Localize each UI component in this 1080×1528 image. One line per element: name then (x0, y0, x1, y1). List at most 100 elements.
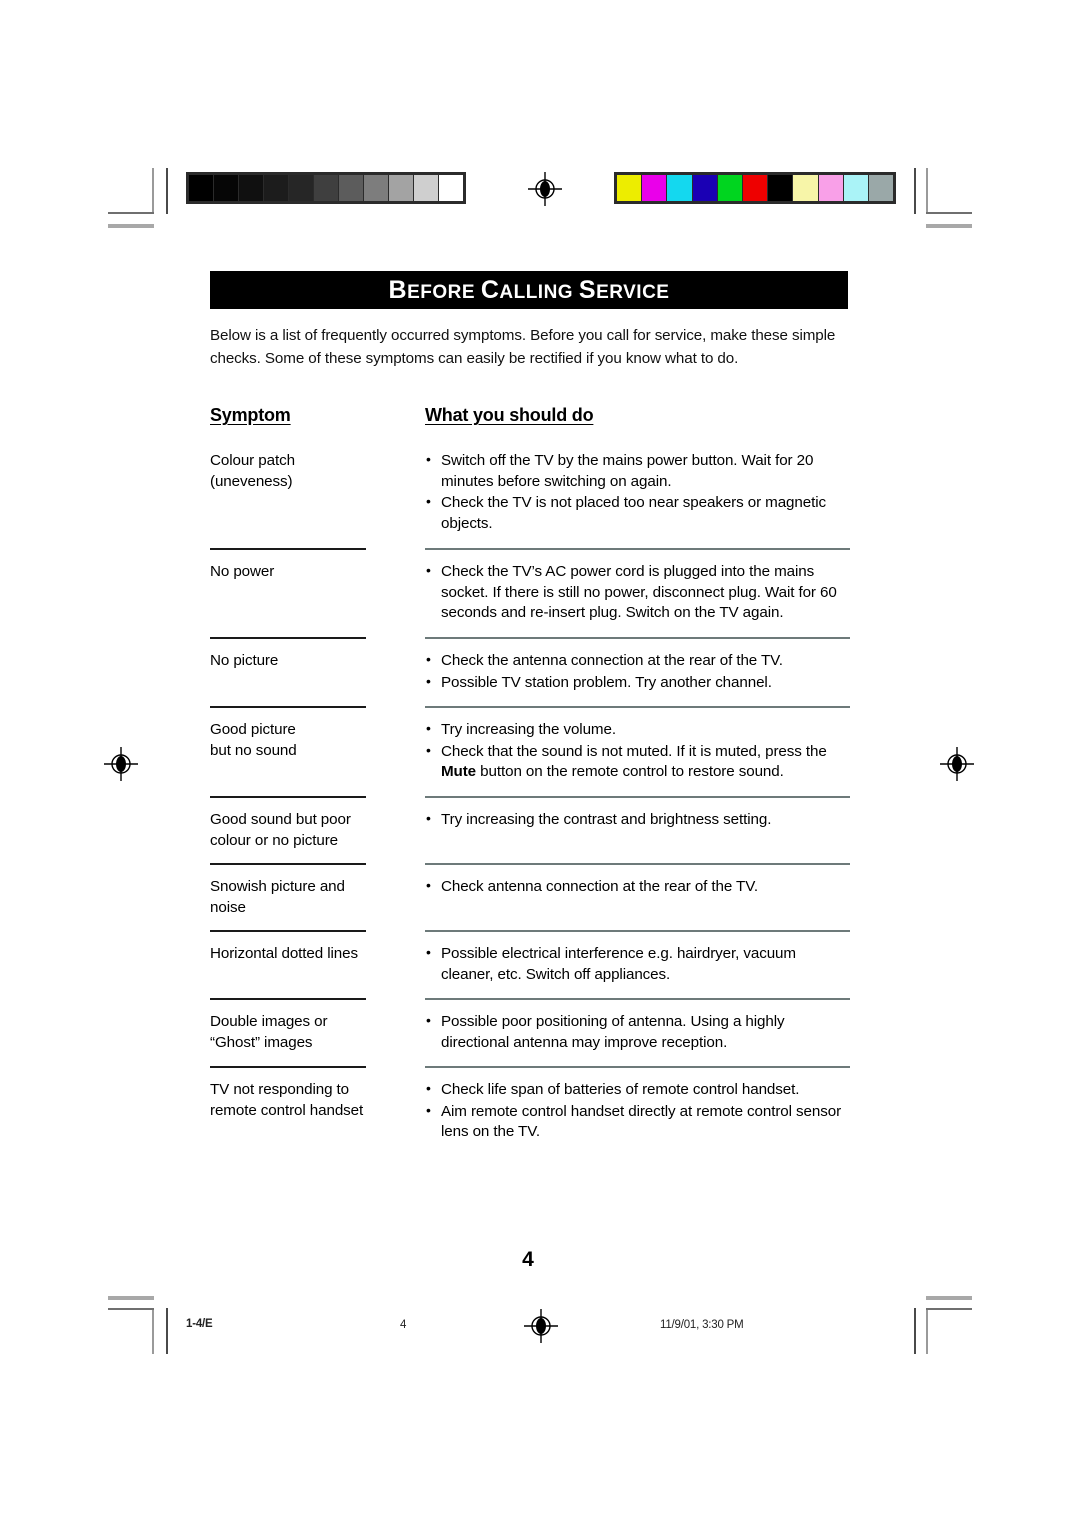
symptom-line: Good sound but poor (210, 811, 351, 828)
action-list: Try increasing the volume.Check that the… (425, 719, 850, 783)
crop-mark-horizontal (926, 212, 972, 214)
grayscale-calibration-strip (186, 172, 466, 204)
color-patch-2 (667, 175, 692, 201)
action-list: Check the TV’s AC power cord is plugged … (425, 561, 850, 624)
crop-dash-top-left (108, 224, 154, 228)
color-patch-3 (692, 175, 717, 201)
symptom-line: No picture (210, 652, 279, 669)
action-item: Possible poor positioning of antenna. Us… (425, 1011, 850, 1053)
action-column-divider (425, 706, 850, 708)
page-title: BEFORE CALLING SERVICE (388, 275, 670, 304)
crop-mark-top-right (926, 168, 972, 214)
crop-mark-top-left (108, 168, 154, 214)
symptom-cell: Colour patch (uneveness) (210, 449, 425, 560)
table-row: Colour patch (uneveness) Switch off the TV… (210, 449, 850, 560)
section-title-banner: BEFORE CALLING SERVICE (210, 271, 848, 309)
table-header-row: Symptom What you should do (210, 405, 850, 427)
symptom-line: (uneveness) (210, 472, 293, 490)
grayscale-patch-5 (314, 175, 338, 201)
action-item: Check antenna connection at the rear of … (425, 876, 850, 898)
footer-file-label: 1-4/E (186, 1318, 213, 1330)
footer-page-number: 4 (400, 1319, 407, 1331)
action-column-divider (425, 548, 850, 550)
crop-mark-bottom-left (108, 1308, 154, 1354)
grayscale-patch-3 (264, 175, 288, 201)
color-patch-10 (868, 175, 894, 201)
table-row: TV not responding to remote control hands… (210, 1078, 850, 1144)
title-word3-rest: ERVICE (596, 281, 670, 303)
action-cell: Check life span of batteries of remote c… (425, 1078, 850, 1144)
symptom-line: No power (210, 563, 275, 580)
symptom-column-divider (210, 1066, 366, 1068)
action-item: Try increasing the contrast and brightne… (425, 809, 850, 831)
action-list: Switch off the TV by the mains power but… (425, 450, 850, 535)
symptom-cell: No power (210, 560, 425, 649)
table-row: Snowish picture and noise Check antenna co… (210, 875, 850, 942)
title-word1-cap: B (388, 275, 408, 304)
title-word2-rest: ALLING (499, 281, 574, 303)
symptom-line: colour or no picture (210, 831, 339, 849)
grayscale-patch-2 (239, 175, 263, 201)
color-patch-7 (793, 175, 818, 201)
crop-mark-bottom-right (926, 1308, 972, 1354)
crop-mark-vertical (926, 168, 928, 214)
table-row: No power Check the TV’s AC power cord is … (210, 560, 850, 649)
crop-mark-horizontal (108, 212, 154, 214)
symptom-line: noise (210, 898, 246, 916)
color-patch-1 (642, 175, 667, 201)
grayscale-patch-9 (414, 175, 438, 201)
crop-bar-top-right (914, 168, 916, 214)
crop-dash-top-right (926, 224, 972, 228)
action-cell: Switch off the TV by the mains power but… (425, 449, 850, 560)
action-item: Check that the sound is not muted. If it… (425, 741, 850, 783)
color-patch-8 (818, 175, 843, 201)
action-emphasis: Mute (441, 763, 477, 781)
action-cell: Check the TV’s AC power cord is plugged … (425, 560, 850, 649)
symptom-column-divider (210, 548, 366, 550)
symptom-line: “Ghost” images (210, 1033, 313, 1051)
grayscale-patch-7 (364, 175, 388, 201)
table-row: Good picture but no sound Try increasing t… (210, 718, 850, 808)
table-row: No picture Check the antenna connection a… (210, 649, 850, 718)
symptom-line: Snowish picture and (210, 878, 345, 895)
color-patch-9 (843, 175, 868, 201)
action-list: Check antenna connection at the rear of … (425, 876, 850, 898)
crop-bar-bottom-right (914, 1308, 916, 1354)
crop-mark-vertical (926, 1308, 928, 1354)
symptom-line: TV not responding to (210, 1081, 349, 1098)
registration-mark-left (104, 747, 138, 781)
action-cell: Try increasing the volume.Check that the… (425, 718, 850, 808)
symptom-cell: TV not responding to remote control hands… (210, 1078, 425, 1144)
symptom-column-divider (210, 637, 366, 639)
action-column-divider (425, 637, 850, 639)
crop-mark-vertical (152, 168, 154, 214)
action-item: Try increasing the volume. (425, 719, 850, 741)
registration-mark-top (528, 172, 562, 206)
table-body: Colour patch (uneveness) Switch off the TV… (210, 449, 850, 1144)
action-list: Check life span of batteries of remote c… (425, 1079, 850, 1143)
intro-paragraph: Below is a list of frequently occurred s… (210, 327, 836, 368)
registration-mark-right (940, 747, 974, 781)
crop-bar-top-left (166, 168, 168, 214)
troubleshooting-table: Symptom What you should do Colour patch (… (210, 405, 850, 1144)
title-word1-rest: EFORE (407, 281, 476, 303)
color-patch-4 (717, 175, 742, 201)
title-word3-cap: S (578, 275, 597, 304)
action-item: Possible TV station problem. Try another… (425, 672, 850, 694)
column-header-action: What you should do (425, 405, 594, 425)
color-patch-5 (742, 175, 768, 201)
symptom-column-divider (210, 998, 366, 1000)
action-item: Check the TV’s AC power cord is plugged … (425, 561, 850, 624)
grayscale-patch-4 (289, 175, 313, 201)
table-row: Double images or “Ghost” images Possible p… (210, 1010, 850, 1078)
registration-mark-bottom (524, 1309, 558, 1343)
crop-dash-bottom-right (926, 1296, 972, 1300)
symptom-line: remote control handset (210, 1101, 364, 1119)
action-item: Check life span of batteries of remote c… (425, 1079, 850, 1101)
action-column-divider (425, 796, 850, 798)
title-word2-cap: C (480, 275, 500, 304)
action-column-divider (425, 863, 850, 865)
symptom-line: Colour patch (210, 452, 295, 469)
symptom-line: Horizontal dotted lines (210, 945, 358, 962)
action-column-divider (425, 930, 850, 932)
